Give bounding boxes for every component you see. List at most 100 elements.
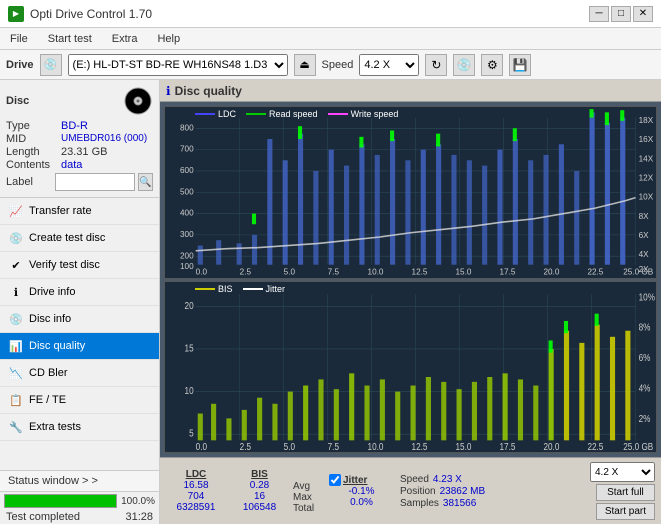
svg-text:20: 20	[185, 300, 194, 311]
svg-text:2%: 2%	[639, 413, 651, 424]
drive-label: Drive	[6, 59, 34, 71]
legend-bis: BIS	[195, 284, 233, 294]
total-label: Total	[293, 503, 323, 514]
sidebar-item-cd-bler[interactable]: 📉 CD Bler	[0, 360, 159, 387]
sidebar-item-disc-quality[interactable]: 📊 Disc quality	[0, 333, 159, 360]
nav-items: 📈 Transfer rate 💿 Create test disc ✔ Ver…	[0, 198, 159, 470]
verify-test-icon: ✔	[8, 257, 24, 273]
stats-jitter-col: Jitter -0.1% 0.0%	[329, 474, 394, 508]
svg-text:500: 500	[180, 186, 194, 196]
label-button[interactable]: 🔍	[138, 173, 153, 191]
position-label: Position	[400, 486, 436, 497]
settings-icon[interactable]: ⚙	[481, 54, 503, 76]
svg-text:7.5: 7.5	[328, 266, 340, 276]
menu-start-test[interactable]: Start test	[42, 32, 98, 46]
speed-value: 4.23 X	[433, 474, 462, 485]
speed-select[interactable]: 4.2 X	[359, 54, 419, 76]
sidebar-item-create-test[interactable]: 💿 Create test disc	[0, 225, 159, 252]
max-label: Max	[293, 492, 323, 503]
svg-text:2.5: 2.5	[240, 266, 252, 276]
speed-label: Speed	[322, 59, 354, 71]
content-header: ℹ Disc quality	[160, 80, 661, 102]
sidebar-item-disc-info[interactable]: 💿 Disc info	[0, 306, 159, 333]
svg-text:6X: 6X	[639, 230, 649, 240]
drive-select[interactable]: (E:) HL-DT-ST BD-RE WH16NS48 1.D3	[68, 54, 288, 76]
drive-icon: 💿	[40, 54, 62, 76]
transfer-rate-label: Transfer rate	[29, 205, 92, 217]
svg-text:700: 700	[180, 144, 194, 154]
transfer-rate-icon: 📈	[8, 203, 24, 219]
jitter-legend-label: Jitter	[266, 284, 286, 294]
legend-write-speed: Write speed	[328, 109, 399, 119]
app-title: Opti Drive Control 1.70	[30, 7, 152, 21]
create-test-label: Create test disc	[29, 232, 105, 244]
minimize-button[interactable]: ─	[589, 6, 609, 22]
svg-text:5: 5	[189, 428, 194, 439]
app-icon: ▶	[8, 6, 24, 22]
svg-text:10%: 10%	[639, 291, 655, 302]
svg-text:8X: 8X	[639, 211, 649, 221]
sidebar-item-drive-info[interactable]: ℹ Drive info	[0, 279, 159, 306]
menu-help[interactable]: Help	[151, 32, 186, 46]
sidebar-item-extra-tests[interactable]: 🔧 Extra tests	[0, 414, 159, 441]
menu-file[interactable]: File	[4, 32, 34, 46]
cd-bler-label: CD Bler	[29, 367, 68, 379]
status-window-button[interactable]: Status window > >	[0, 471, 159, 491]
stats-bis-max: 16	[232, 491, 287, 502]
speed-position-col: Speed 4.23 X Position 23862 MB Samples 3…	[400, 474, 485, 509]
progress-bar-container	[4, 494, 117, 508]
samples-value: 381566	[443, 498, 476, 509]
svg-text:5.0: 5.0	[284, 441, 295, 452]
bis-legend-label: BIS	[218, 284, 233, 294]
svg-text:0.0: 0.0	[196, 441, 207, 452]
svg-text:25.0 GB: 25.0 GB	[623, 441, 653, 452]
svg-text:4%: 4%	[639, 382, 651, 393]
position-row: Position 23862 MB	[400, 486, 485, 497]
label-input[interactable]	[55, 173, 135, 191]
maximize-button[interactable]: □	[611, 6, 631, 22]
jitter-checkbox[interactable]	[329, 474, 341, 486]
sidebar-item-fe-te[interactable]: 📋 FE / TE	[0, 387, 159, 414]
jitter-check-row[interactable]: Jitter	[329, 474, 394, 486]
refresh-icon[interactable]: ↻	[425, 54, 447, 76]
menu-extra[interactable]: Extra	[106, 32, 144, 46]
stats-area: LDC 16.58 704 6328591 BIS 0.28 16 106548…	[160, 457, 661, 524]
menubar: File Start test Extra Help	[0, 28, 661, 50]
cd-bler-icon: 📉	[8, 365, 24, 381]
svg-text:400: 400	[180, 208, 194, 218]
speed-select-stats[interactable]: 4.2 X	[590, 462, 655, 482]
titlebar-controls[interactable]: ─ □ ✕	[589, 6, 653, 22]
disc-quality-icon: 📊	[8, 338, 24, 354]
svg-text:20.0: 20.0	[543, 441, 559, 452]
create-test-icon: 💿	[8, 230, 24, 246]
disc-icon[interactable]: 💿	[453, 54, 475, 76]
sidebar-item-verify-test[interactable]: ✔ Verify test disc	[0, 252, 159, 279]
svg-text:2.5: 2.5	[240, 441, 251, 452]
start-buttons: Start full Start part	[596, 484, 655, 520]
save-icon[interactable]: 💾	[509, 54, 531, 76]
charts-container: LDC Read speed Write speed	[160, 102, 661, 457]
start-controls: 4.2 X Start full Start part	[590, 462, 655, 520]
type-value: BD-R	[61, 120, 88, 132]
stats-ldc-header: LDC	[166, 469, 226, 480]
start-part-button[interactable]: Start part	[596, 503, 655, 520]
bis-legend-dot	[195, 288, 215, 290]
svg-text:17.5: 17.5	[499, 441, 515, 452]
stats-ldc-col: LDC 16.58 704 6328591	[166, 469, 226, 513]
sidebar: Disc Type BD-R MID UMEBDR016 (000) Lengt…	[0, 80, 160, 524]
mid-value: UMEBDR016 (000)	[61, 133, 147, 145]
svg-text:7.5: 7.5	[328, 441, 339, 452]
content-area: ℹ Disc quality LDC Read speed	[160, 80, 661, 524]
write-speed-legend-dot	[328, 113, 348, 115]
samples-label: Samples	[400, 498, 439, 509]
eject-button[interactable]: ⏏	[294, 54, 316, 76]
length-value: 23.31 GB	[61, 146, 107, 158]
svg-text:15: 15	[185, 342, 194, 353]
stats-bis-total: 106548	[232, 502, 287, 513]
svg-text:5.0: 5.0	[284, 266, 296, 276]
mid-label: MID	[6, 133, 61, 145]
start-full-button[interactable]: Start full	[596, 484, 655, 501]
svg-text:15.0: 15.0	[456, 266, 472, 276]
close-button[interactable]: ✕	[633, 6, 653, 22]
sidebar-item-transfer-rate[interactable]: 📈 Transfer rate	[0, 198, 159, 225]
